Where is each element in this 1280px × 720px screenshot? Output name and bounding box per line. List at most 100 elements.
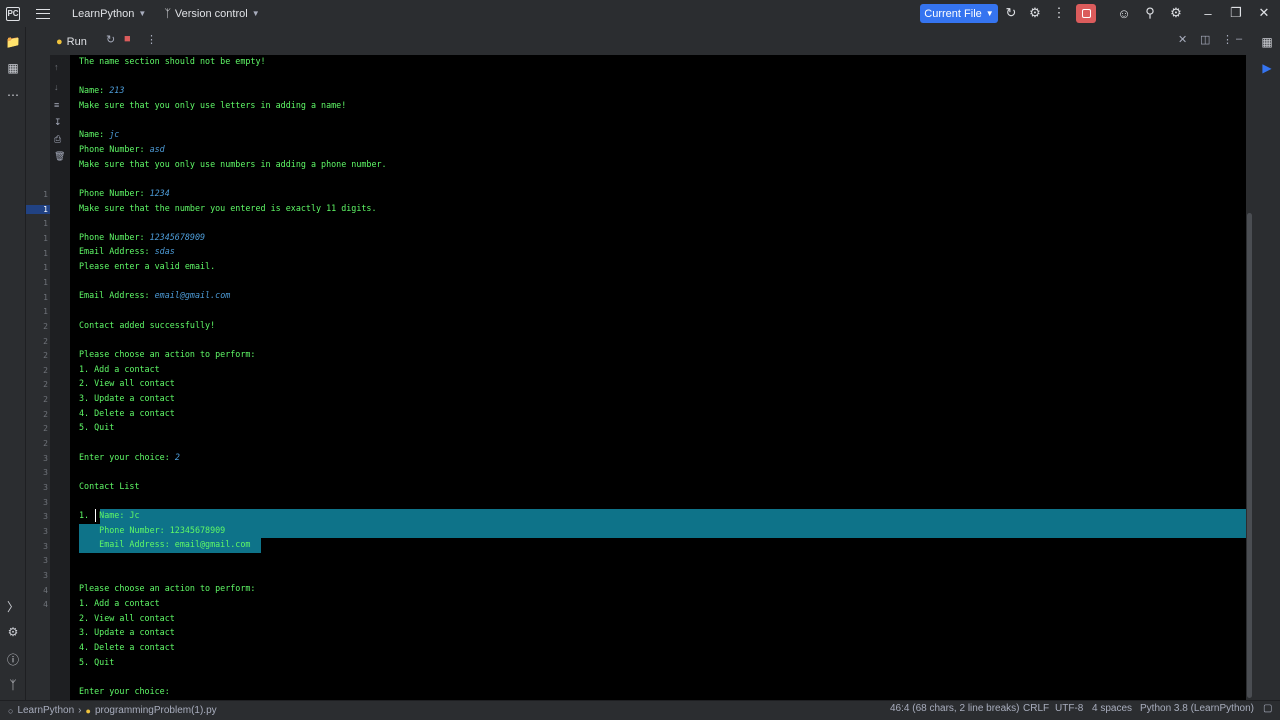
console-line: Name: 213	[79, 83, 124, 97]
scrollbar-thumb[interactable]	[1247, 213, 1252, 698]
chevron-down-icon: ▼	[138, 9, 147, 18]
console-user-input: email@gmail.com	[154, 290, 231, 301]
gutter-number: 1	[43, 263, 48, 273]
gutter-number: 1	[43, 292, 48, 302]
terminal-icon[interactable]: 〉	[5, 598, 21, 614]
project-folder-icon[interactable]: 📁	[5, 34, 21, 50]
console-line-text: Email Address:	[79, 290, 155, 301]
rerun-icon[interactable]: ↻	[1003, 5, 1019, 21]
python-interpreter[interactable]: Python 3.8 (LearnPython)	[1140, 703, 1254, 714]
console-user-input: 213	[109, 85, 125, 96]
gutter-number: 1	[43, 307, 48, 317]
settings-gear-icon[interactable]: ⚙	[1168, 5, 1184, 21]
close-window-icon[interactable]: ✕	[1256, 5, 1272, 21]
gutter-number: 4	[43, 600, 48, 610]
console-line: 3. Update a contact	[79, 391, 175, 405]
console-line: Email Address: email@gmail.com	[79, 537, 250, 551]
pycharm-logo-icon: PC	[6, 6, 20, 21]
vcs-selector[interactable]: ᛉ Version control ▼	[158, 0, 265, 27]
layout-icon[interactable]: ◫	[1200, 33, 1210, 46]
clear-all-icon[interactable]: 🗑	[54, 151, 65, 162]
line-separator[interactable]: CRLF	[1023, 703, 1049, 714]
python-file-icon: ●	[85, 705, 91, 716]
hide-panel-icon[interactable]: –	[1236, 33, 1242, 45]
account-icon[interactable]: ☺	[1116, 5, 1132, 21]
console-line-text: Enter your choice:	[79, 451, 175, 462]
more-options-icon[interactable]: ⋮	[146, 33, 157, 46]
console-line: Contact added successfully!	[79, 318, 215, 332]
soft-wrap-icon[interactable]: ≡	[54, 100, 59, 110]
console-line-text: 3. Update a contact	[79, 627, 175, 638]
lock-icon[interactable]: ▢	[1263, 703, 1272, 714]
search-icon[interactable]: ⚲	[1142, 5, 1158, 21]
console-line: 5. Quit	[79, 655, 114, 669]
gutter-number: 3	[43, 541, 48, 551]
gutter-number: 3	[43, 497, 48, 507]
git-icon[interactable]: ᛉ	[5, 677, 21, 693]
status-bar: ○ LearnPython › ● programmingProblem(1).…	[0, 700, 1280, 720]
line-gutter: 1 1 1 1 1 1 1 1 1 2 2 2 2 2 2 2 2 2 3 3 3 3 3 3 3 3 3 4 4	[26, 55, 50, 700]
more-tools-icon[interactable]: ⋯	[5, 87, 21, 103]
stop-icon	[1081, 9, 1091, 18]
gutter-number: 1	[43, 248, 48, 258]
console-line: Email Address: sdas	[79, 244, 175, 258]
gutter-number: 2	[43, 321, 48, 331]
console-line-text: Email Address: email@gmail.com	[79, 539, 251, 550]
notifications-icon[interactable]: ▦	[1259, 34, 1275, 50]
gutter-number: 1	[43, 233, 48, 243]
rerun-icon[interactable]: ↻	[106, 33, 115, 46]
breadcrumb-project[interactable]: LearnPython	[17, 705, 74, 716]
problems-icon[interactable]: ⓘ	[5, 651, 21, 667]
stop-button[interactable]	[1076, 4, 1096, 23]
console-line-text: Phone Number:	[79, 143, 150, 154]
more-options-icon[interactable]: ⋮	[1051, 5, 1067, 21]
cursor-position[interactable]: 46:4 (68 chars, 2 line breaks)	[890, 703, 1020, 714]
breadcrumb-file[interactable]: programmingProblem(1).py	[95, 705, 217, 716]
debug-icon[interactable]: ⚙	[1027, 5, 1043, 21]
console-line-text: Please choose an action to perform:	[79, 349, 256, 359]
console-line-text: 2. View all contact	[79, 378, 175, 389]
left-tool-strip: 📁 ▦ ⋯ 〉 ⚙ ⓘ ᛉ	[0, 27, 26, 700]
console-line-text: 4. Delete a contact	[79, 642, 175, 652]
console-line-text: Contact List	[79, 480, 140, 491]
down-arrow-icon[interactable]: ↓	[54, 82, 59, 92]
gutter-number: 1	[26, 204, 50, 214]
restore-icon[interactable]: ❐	[1228, 5, 1244, 21]
console-line: Enter your choice: 2	[79, 450, 180, 464]
console-line: Make sure that you only use letters in a…	[79, 98, 346, 112]
project-selector[interactable]: LearnPython ▼	[66, 0, 152, 27]
breadcrumb[interactable]: ○ LearnPython › ● programmingProblem(1).…	[8, 705, 217, 716]
console-line-text: Please choose an action to perform:	[79, 583, 256, 594]
file-encoding[interactable]: UTF-8	[1055, 703, 1083, 714]
console-line: Please choose an action to perform:	[79, 581, 255, 595]
console-line: Make sure that you only use numbers in a…	[79, 157, 387, 171]
console-line-text: Name:	[79, 129, 110, 140]
console-scrollbar[interactable]	[1246, 55, 1254, 700]
console-user-input: 2	[174, 451, 180, 462]
minimize-icon[interactable]: –	[1200, 5, 1216, 21]
scroll-to-end-icon[interactable]: ↧	[54, 117, 62, 128]
console-line-text: The name section should not be empty!	[79, 56, 266, 66]
console-line-text: 5. Quit	[79, 422, 115, 433]
gutter-number: 3	[43, 483, 48, 492]
gutter-number: 3	[43, 512, 48, 522]
close-tab-icon[interactable]: ✕	[1178, 33, 1187, 46]
console-line: 4. Delete a contact	[79, 406, 175, 420]
console-line-text: 3. Update a contact	[79, 392, 175, 403]
services-icon[interactable]: ⚙	[5, 624, 21, 640]
vcs-label: Version control	[174, 7, 248, 20]
console-line-text: Please enter a valid email.	[79, 261, 216, 272]
run-config-selector[interactable]: Current File ▼	[920, 4, 998, 23]
gutter-number: 2	[43, 336, 48, 346]
tab-run[interactable]: ● Run	[56, 32, 87, 52]
main-menu-icon[interactable]	[36, 8, 50, 19]
print-icon[interactable]: ⎙	[54, 134, 61, 145]
up-arrow-icon[interactable]: ↑	[54, 62, 59, 72]
structure-icon[interactable]: ▦	[5, 60, 21, 76]
stop-icon[interactable]: ■	[124, 33, 131, 45]
run-console-output[interactable]: The name section should not be empty! Nam…	[70, 55, 1246, 700]
gutter-number: 1	[43, 219, 48, 229]
gutter-number: 4	[43, 585, 48, 595]
indent-setting[interactable]: 4 spaces	[1092, 703, 1132, 714]
run-panel-icon[interactable]: ▶	[1259, 60, 1275, 76]
